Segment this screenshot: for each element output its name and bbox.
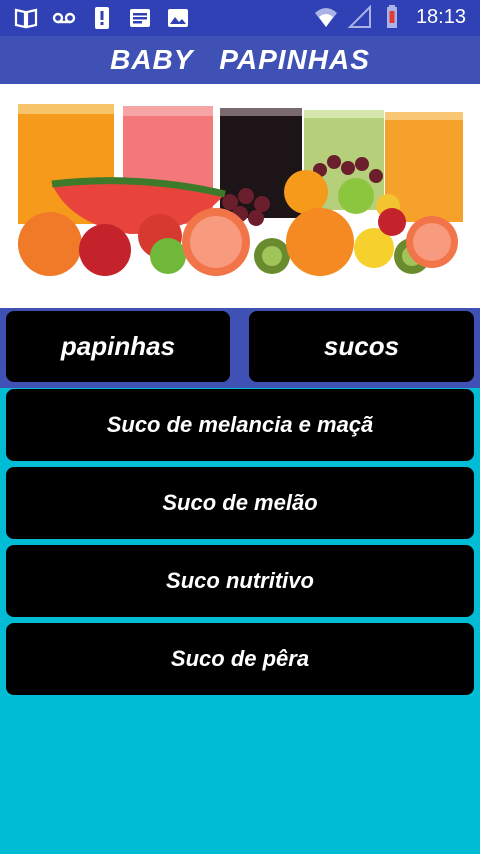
voicemail-icon <box>52 12 76 24</box>
app-bar: BABY PAPINHAS <box>0 36 480 84</box>
recipe-label: Suco de melão <box>162 490 318 515</box>
wifi-icon <box>314 8 337 27</box>
app-title: BABY PAPINHAS <box>110 44 370 75</box>
recipe-button-suco-pera[interactable]: Suco de pêra <box>6 623 474 695</box>
image-icon <box>168 9 188 27</box>
recipe-label: Suco nutritivo <box>166 568 314 593</box>
tabs-band: papinhas sucos <box>0 308 480 388</box>
tab-papinhas[interactable]: papinhas <box>6 311 230 382</box>
recipe-button-suco-melao[interactable]: Suco de melão <box>6 467 474 539</box>
book-icon <box>14 8 38 29</box>
news-icon <box>130 9 150 27</box>
tab-sucos-label: sucos <box>323 331 400 361</box>
signal-icon <box>347 5 371 28</box>
status-bar: 18:13 <box>0 0 480 36</box>
clock: 18:13 <box>415 5 466 28</box>
recipe-button-suco-melancia-maca[interactable]: Suco de melancia e maçã <box>6 389 474 461</box>
recipe-label: Suco de pêra <box>170 646 310 671</box>
recipe-label: Suco de melancia e maçã <box>106 412 374 437</box>
fruit-juices-image <box>0 84 480 308</box>
recipe-button-suco-nutritivo[interactable]: Suco nutritivo <box>6 545 474 617</box>
battery-icon <box>386 5 397 28</box>
tab-papinhas-label: papinhas <box>60 331 176 361</box>
alert-icon <box>95 7 109 29</box>
hero-illustration <box>18 104 463 276</box>
tab-sucos[interactable]: sucos <box>249 311 474 382</box>
